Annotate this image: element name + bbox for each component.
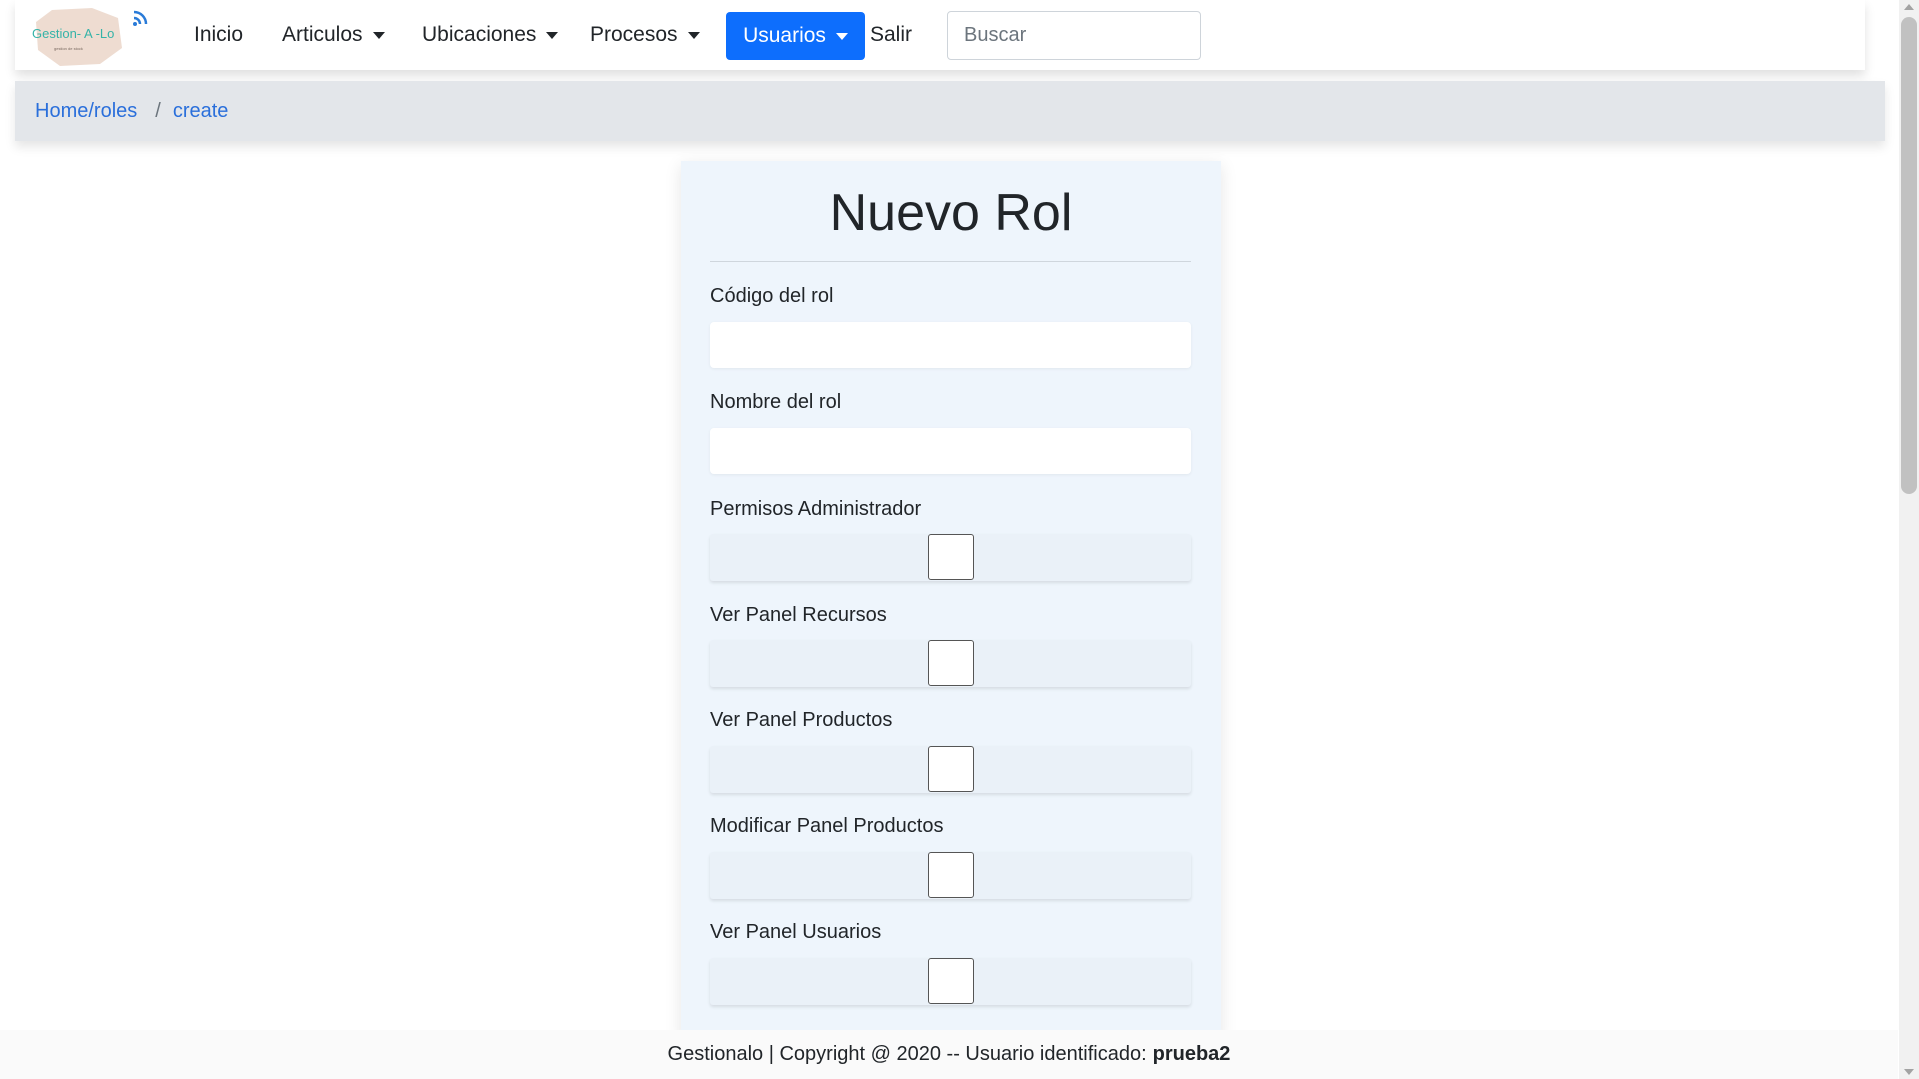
- nav-inicio[interactable]: Inicio: [194, 0, 243, 70]
- vertical-scrollbar[interactable]: [1899, 0, 1919, 1079]
- modify-products-panel-field: [710, 852, 1191, 899]
- breadcrumb-create[interactable]: create: [173, 100, 229, 123]
- role-code-input[interactable]: [710, 322, 1191, 368]
- nav-inicio-label: Inicio: [194, 23, 244, 46]
- view-users-panel-label: Ver Panel Usuarios: [710, 921, 882, 943]
- view-resources-panel-label: Ver Panel Recursos: [710, 604, 887, 626]
- view-resources-panel-checkbox[interactable]: [928, 640, 974, 686]
- svg-text:gestion de stock: gestion de stock: [54, 46, 83, 51]
- view-products-panel-label: Ver Panel Productos: [710, 709, 893, 731]
- page-title: Nuevo Rol: [829, 184, 1073, 242]
- breadcrumb-separator: /: [155, 99, 161, 122]
- nav-salir[interactable]: Salir: [870, 0, 912, 70]
- view-users-panel-checkbox[interactable]: [928, 958, 974, 1004]
- title-divider: [710, 261, 1191, 262]
- footer: Gestionalo | Copyright @ 2020 -- Usuario…: [0, 1030, 1898, 1079]
- admin-permissions-label: Permisos Administrador: [710, 498, 922, 520]
- modify-products-panel-checkbox[interactable]: [928, 852, 974, 898]
- footer-username: prueba2: [1152, 1043, 1231, 1065]
- view-products-panel-field: [710, 746, 1191, 793]
- view-products-panel-checkbox[interactable]: [928, 746, 974, 792]
- breadcrumb-home-roles[interactable]: Home/roles: [35, 100, 137, 123]
- nav-articulos[interactable]: Articulos: [282, 0, 385, 70]
- view-users-panel-field: [710, 958, 1191, 1005]
- caret-down-icon: [372, 31, 385, 39]
- footer-copyright: Gestionalo | Copyright @ 2020 -- Usuario…: [667, 1043, 1147, 1065]
- navbar: Gestion- A -Lo gestion de stock Inicio A…: [15, 0, 1865, 70]
- role-name-label: Nombre del rol: [710, 391, 842, 413]
- nav-articulos-label: Articulos: [282, 23, 363, 46]
- caret-down-icon: [835, 32, 848, 40]
- nav-ubicaciones-label: Ubicaciones: [422, 23, 537, 46]
- role-name-input[interactable]: [710, 428, 1191, 474]
- admin-permissions-checkbox[interactable]: [928, 534, 974, 580]
- search-input[interactable]: [947, 11, 1201, 60]
- new-role-form: Nuevo Rol Código del rol Nombre del rol …: [681, 161, 1221, 1041]
- breadcrumb: Home/roles / create: [15, 81, 1885, 141]
- nav-procesos[interactable]: Procesos: [590, 0, 700, 70]
- scroll-down-arrow-icon[interactable]: [1904, 1069, 1914, 1075]
- view-resources-panel-field: [710, 640, 1191, 687]
- modify-products-panel-label: Modificar Panel Productos: [710, 815, 944, 837]
- nav-salir-label: Salir: [870, 23, 913, 46]
- app-logo[interactable]: Gestion- A -Lo gestion de stock: [30, 4, 160, 68]
- role-code-label: Código del rol: [710, 285, 834, 307]
- nav-usuarios[interactable]: Usuarios: [726, 12, 865, 60]
- nav-usuarios-label: Usuarios: [743, 24, 826, 47]
- admin-permissions-field: [710, 534, 1191, 581]
- scroll-up-arrow-icon[interactable]: [1904, 4, 1914, 10]
- nav-ubicaciones[interactable]: Ubicaciones: [422, 0, 559, 70]
- caret-down-icon: [546, 31, 559, 39]
- caret-down-icon: [687, 31, 700, 39]
- nav-procesos-label: Procesos: [590, 23, 678, 46]
- scrollbar-thumb[interactable]: [1901, 17, 1917, 494]
- svg-text:Gestion- A -Lo: Gestion- A -Lo: [32, 26, 114, 41]
